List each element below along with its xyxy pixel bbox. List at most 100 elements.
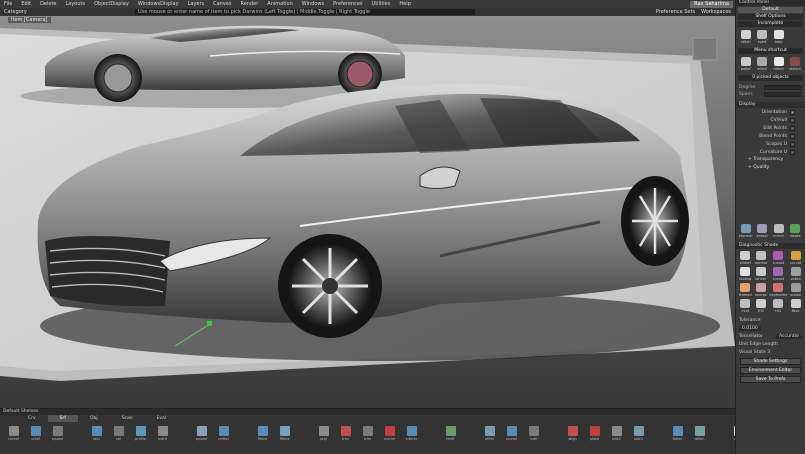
zebra-tool[interactable]: zebra xyxy=(788,267,803,282)
checkbox[interactable] xyxy=(790,149,795,155)
shelf-tool-curvsfl[interactable]: curvsfl xyxy=(6,426,21,441)
unit-edge-row[interactable]: Unit Edge Length xyxy=(736,340,805,348)
pallet-tool[interactable]: pallet xyxy=(738,57,754,72)
shelf-tool-align[interactable]: align xyxy=(565,426,580,441)
shelf-tool-square[interactable]: square xyxy=(50,426,65,441)
tri2-tool[interactable]: tri2 xyxy=(754,299,769,314)
framed-tool[interactable]: framed xyxy=(738,283,753,298)
tolerance-value-row[interactable]: 0.0100 xyxy=(736,324,805,332)
shelf-tool-profile[interactable]: profile xyxy=(133,426,148,441)
shelf-tab-crv[interactable]: Crv xyxy=(16,415,48,422)
menu-item-delete[interactable]: Delete xyxy=(40,1,56,7)
shelf-tab-scan[interactable]: Scan xyxy=(110,415,145,422)
menu-item-file[interactable]: File xyxy=(4,1,12,7)
shelf-tool-plbtd[interactable]: plbtd xyxy=(587,426,602,441)
shelf-tool-trim[interactable]: trim xyxy=(360,426,375,441)
tessellator-row[interactable]: Tessellator Accurate xyxy=(736,332,805,340)
rotate-tool[interactable]: rotate xyxy=(788,224,804,239)
degree-field[interactable]: Degree xyxy=(739,84,802,91)
spans-field[interactable]: Spans xyxy=(739,91,802,98)
eraser-tool[interactable]: eraser xyxy=(755,224,771,239)
menu-item-layouts[interactable]: Layouts xyxy=(66,1,86,7)
environment-editor-button[interactable]: Environment Editor xyxy=(740,367,801,374)
shelf-tool-circle[interactable]: circle xyxy=(731,426,735,441)
user-badge[interactable]: Rax Saharima xyxy=(690,0,733,8)
shelf-tab-eval[interactable]: Eval xyxy=(145,415,179,422)
display-curvature-u[interactable]: Curvature U xyxy=(736,148,805,156)
shelf-tool-extrd[interactable]: extrd xyxy=(155,426,170,441)
display-scopes-u[interactable]: Scopes U xyxy=(736,140,805,148)
stencil-tool[interactable]: stencil xyxy=(788,57,804,72)
toolbar-preference-sets[interactable]: Preference Sets xyxy=(656,9,695,15)
shelf-tool-untrim[interactable]: untrim xyxy=(382,426,397,441)
shelf-tool-square[interactable]: square xyxy=(194,426,209,441)
transparency-item[interactable]: + Transparency xyxy=(736,156,805,164)
menu-item-edit[interactable]: Edit xyxy=(21,1,31,7)
tri2-tool[interactable]: tri2 xyxy=(769,299,787,314)
normal-tool[interactable]: normal xyxy=(754,251,769,266)
lonner-tool[interactable]: lonner xyxy=(754,267,769,282)
shelf-tool-plbt2[interactable]: plbt2 xyxy=(609,426,624,441)
view-cube[interactable] xyxy=(692,37,718,61)
checkbox[interactable] xyxy=(790,117,795,123)
menu-item-render[interactable]: Render xyxy=(240,1,258,7)
checkbox[interactable] xyxy=(790,125,795,131)
shelf-tool-plbt3[interactable]: plbt3 xyxy=(631,426,646,441)
shelf-tool-trim[interactable]: trim xyxy=(338,426,353,441)
shelf-tab-srf[interactable]: Srf xyxy=(47,415,78,422)
menu-item-help[interactable]: Help xyxy=(399,1,410,7)
quality-item[interactable]: + Quality xyxy=(736,164,805,172)
menu-item-layers[interactable]: Layers xyxy=(188,1,205,7)
shelf-tool-tbflen[interactable]: tbflen xyxy=(692,426,707,441)
display-edit-points[interactable]: Edit Points xyxy=(736,124,805,132)
curvat-tool[interactable]: curvat xyxy=(788,251,803,266)
sunsd-tool[interactable]: sunsd xyxy=(788,283,803,298)
checkbox[interactable] xyxy=(790,133,795,139)
shade-settings-button[interactable]: Shade Settings xyxy=(740,358,801,365)
menu-item-objectdisplay[interactable]: ObjectDisplay xyxy=(94,1,129,7)
display-orientation[interactable]: Orientation ✓ xyxy=(736,108,805,116)
shelf-options[interactable]: Shelf Options xyxy=(738,14,803,20)
shelf-tool-tbflen[interactable]: tbflen xyxy=(670,426,685,441)
rvert-tool[interactable]: rvert xyxy=(755,30,771,45)
save-to-prefs-button[interactable]: Save To Prefs xyxy=(740,376,801,383)
cvvt-tool[interactable]: cvvt xyxy=(738,299,753,314)
shelf-tool-fmfft[interactable]: fmfft xyxy=(443,426,458,441)
shelf-tool-refillet[interactable]: refillet xyxy=(216,426,231,441)
curvat-tool[interactable]: curvat xyxy=(769,267,787,282)
display-cv-hull[interactable]: CV/Hull xyxy=(736,116,805,124)
menu-item-windowsdisplay[interactable]: WindowsDisplay xyxy=(138,1,179,7)
menu-item-preferences[interactable]: Preferences xyxy=(333,1,362,7)
fbxv-tool[interactable]: fbxv xyxy=(788,299,803,314)
shelf-tool-offlet[interactable]: offlet xyxy=(482,426,497,441)
help-tool[interactable]: help xyxy=(771,30,787,45)
shelf-tool-roundf[interactable]: roundf xyxy=(504,426,519,441)
zsurps-tool[interactable]: zsurps xyxy=(754,283,769,298)
curvat-tool[interactable]: curvat xyxy=(769,251,787,266)
shelf-tool-skin[interactable]: skin xyxy=(89,426,104,441)
display-blend-points[interactable]: Blend Points xyxy=(736,132,805,140)
menu-item-canvas[interactable]: Canvas xyxy=(213,1,231,7)
isoang-tool[interactable]: isoang xyxy=(738,267,753,282)
shelf-tool-interse[interactable]: interse xyxy=(404,426,419,441)
menu-item-animation[interactable]: Animation xyxy=(267,1,293,7)
cephrome-tool[interactable]: cephrome xyxy=(769,283,787,298)
shelf-tool-rail[interactable]: rail xyxy=(111,426,126,441)
shelf-tool-scfull[interactable]: scfull xyxy=(28,426,43,441)
category-dropdown[interactable]: Category xyxy=(4,9,74,15)
viewport[interactable]: Item [Camera] xyxy=(0,16,735,408)
menu-item-windows[interactable]: Windows xyxy=(302,1,324,7)
shdoff-tool[interactable]: shdoff xyxy=(738,251,753,266)
shelf-tab-obj[interactable]: Obj xyxy=(78,415,110,422)
toolbar-workspaces[interactable]: Workspaces xyxy=(701,9,731,15)
dither-tool[interactable]: dither xyxy=(771,57,787,72)
default-bar[interactable]: Default xyxy=(738,7,803,13)
shelf-tool-ffblnd[interactable]: ffblnd xyxy=(255,426,270,441)
shelf-tool-rndfl[interactable]: rndfl xyxy=(526,426,541,441)
shelf-tool-ffblnd[interactable]: ffblnd xyxy=(277,426,292,441)
blank-tool[interactable] xyxy=(788,30,804,45)
shelf-tool-proj[interactable]: proj xyxy=(316,426,331,441)
xformer-tool[interactable]: xformer xyxy=(738,224,754,239)
menu-item-utilities[interactable]: Utilities xyxy=(372,1,391,7)
checkbox[interactable] xyxy=(790,141,795,147)
